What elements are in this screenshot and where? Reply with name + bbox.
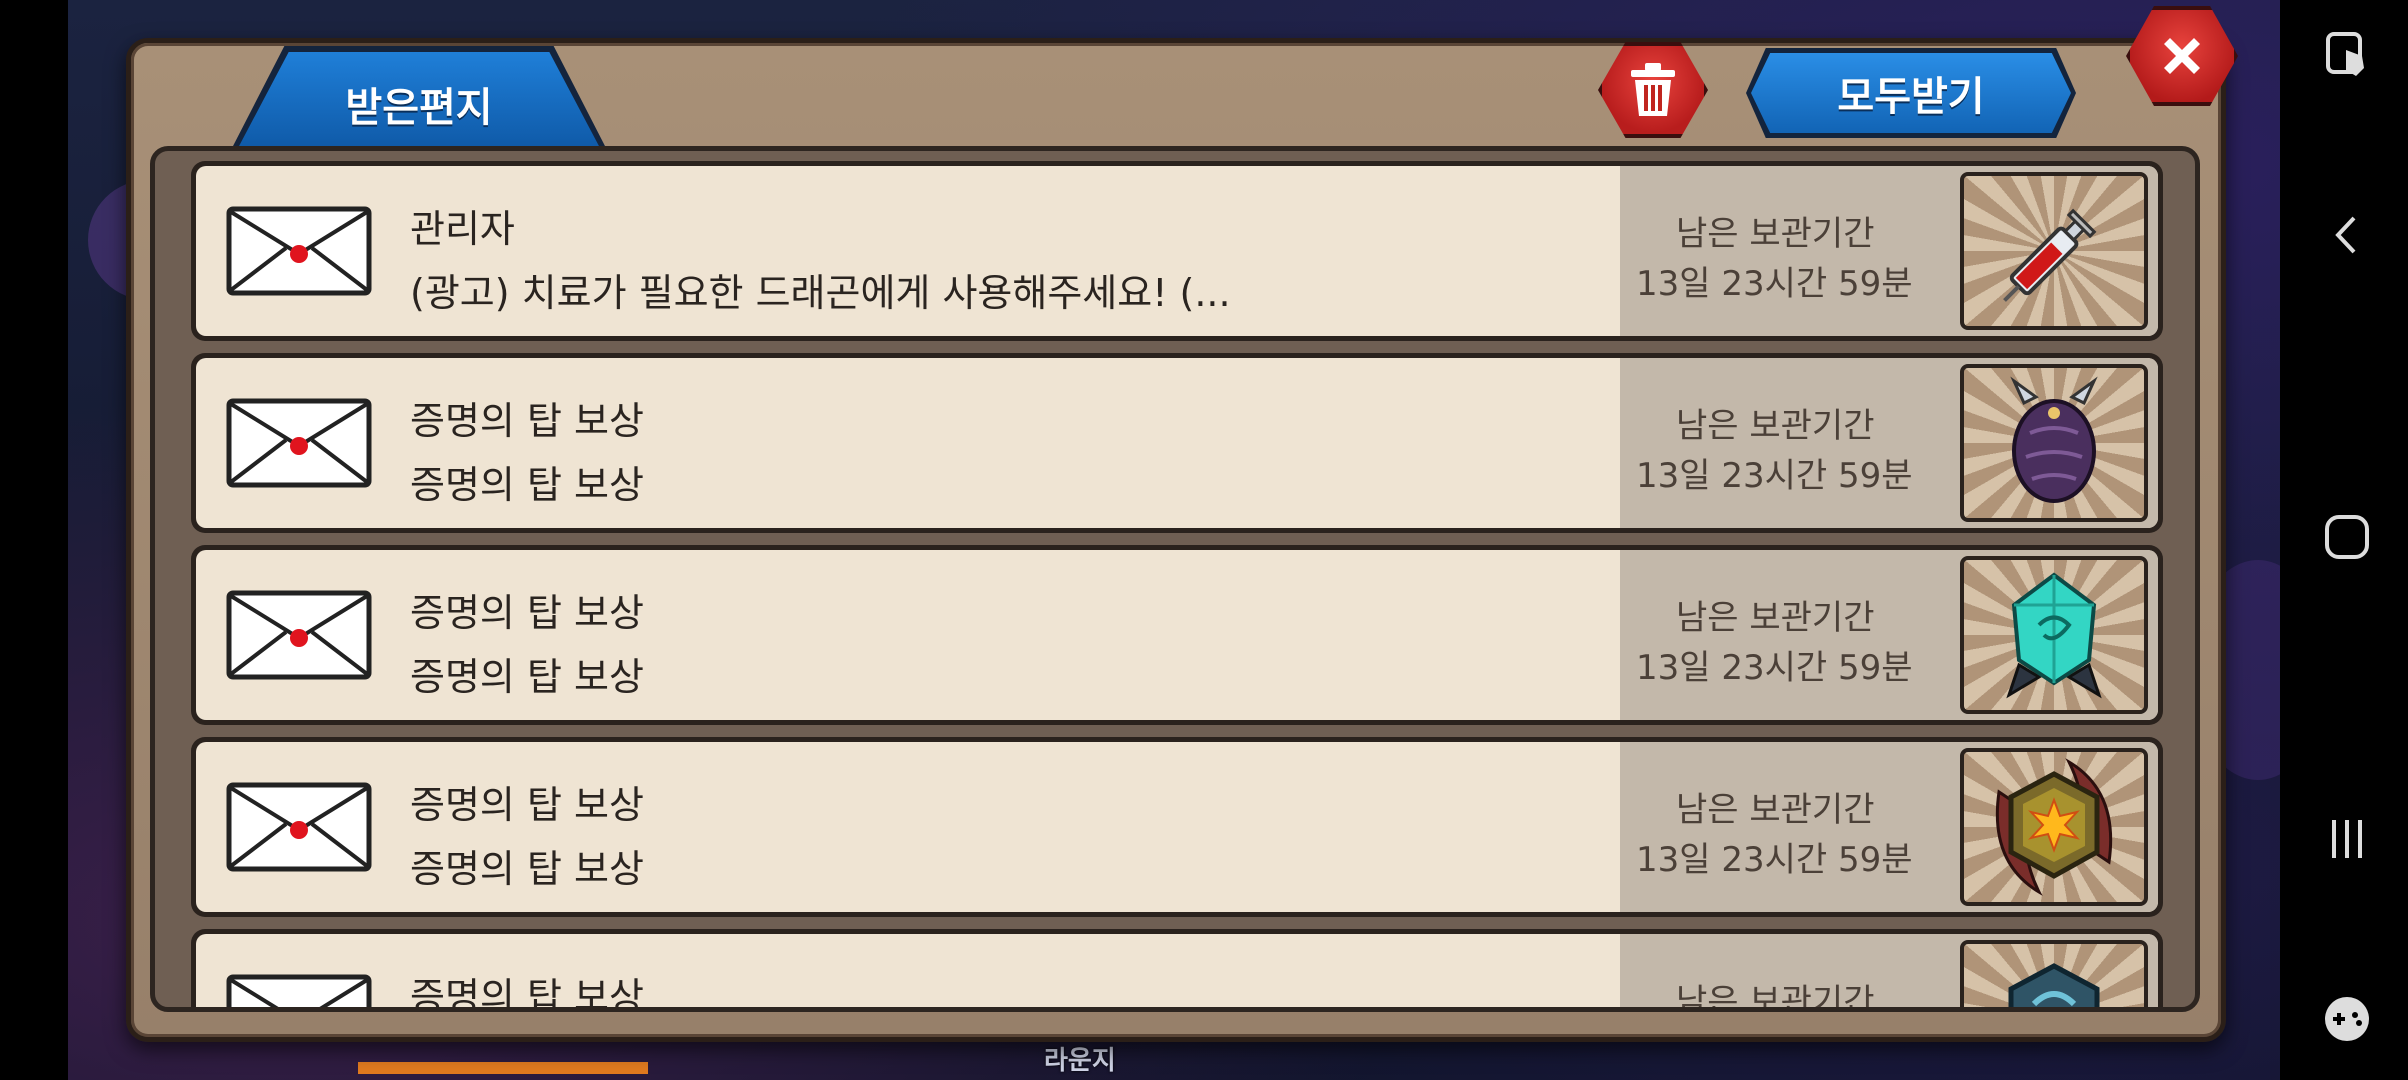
mail-row[interactable]: 증명의 탑 보상 남은 보관기간 [191, 929, 2163, 1012]
retention-time: 13일 23시간 59분 [1636, 456, 1913, 496]
gamepad-icon [2325, 997, 2369, 1041]
syringe-icon [2003, 208, 2097, 302]
lounge-label: 라운지 [1044, 1046, 1116, 1076]
mail-row-body: 증명의 탑 보상 증명의 탑 보상 남은 보관기간 13일 23시간 59분 [196, 550, 2158, 720]
mail-row[interactable]: 관리자 (광고) 치료가 필요한 드래곤에게 사용해주세요! (... 남은 보… [191, 161, 2163, 341]
crystal-icon [2006, 572, 2102, 699]
dragon-egg-icon [2010, 376, 2098, 503]
retention-label: 남은 보관기간 [1676, 790, 1875, 830]
retention-time: 13일 23시간 59분 [1636, 264, 1913, 304]
screen-touch-lock-icon[interactable] [2322, 30, 2372, 80]
mail-subject: (광고) 치료가 필요한 드래곤에게 사용해주세요! (... [410, 271, 1231, 315]
tab-inbox[interactable]: 받은편지 [238, 52, 600, 148]
mail-list[interactable]: 관리자 (광고) 치료가 필요한 드래곤에게 사용해주세요! (... 남은 보… [150, 146, 2200, 1012]
mail-row-body: 관리자 (광고) 치료가 필요한 드래곤에게 사용해주세요! (... 남은 보… [196, 166, 2158, 336]
reward-item[interactable] [1960, 556, 2148, 714]
mail-sender: 증명의 탑 보상 [410, 399, 644, 443]
mail-row[interactable]: 증명의 탑 보상 증명의 탑 보상 남은 보관기간 13일 23시간 59분 [191, 353, 2163, 533]
back-icon [2335, 216, 2356, 254]
mail-row-body: 증명의 탑 보상 증명의 탑 보상 남은 보관기간 13일 23시간 59분 [196, 358, 2158, 528]
envelope-icon [226, 782, 372, 872]
retention-label: 남은 보관기간 [1676, 598, 1875, 638]
mail-row[interactable]: 증명의 탑 보상 증명의 탑 보상 남은 보관기간 13일 23시간 59분 [191, 545, 2163, 725]
take-all-button-face: 모두받기 [1751, 53, 2071, 133]
home-button[interactable] [2322, 512, 2372, 562]
hand-lock-icon [2326, 32, 2364, 76]
reward-item[interactable] [1960, 940, 2148, 1007]
envelope-icon [226, 206, 372, 296]
reward-item[interactable] [1960, 748, 2148, 906]
take-all-label: 모두받기 [1837, 74, 1985, 120]
close-icon [2164, 38, 2200, 74]
reward-item[interactable] [1960, 364, 2148, 522]
recents-button[interactable] [2322, 814, 2372, 864]
mail-subject: 증명의 탑 보상 [410, 655, 644, 699]
home-icon [2325, 515, 2369, 559]
back-button[interactable] [2322, 210, 2372, 260]
envelope-icon [226, 590, 372, 680]
game-tools-button[interactable] [2322, 994, 2372, 1044]
mail-subject: 증명의 탑 보상 [410, 463, 644, 507]
tab-inbox-label: 받은편지 [345, 85, 493, 131]
take-all-button[interactable]: 모두받기 [1746, 48, 2076, 138]
retention-label: 남은 보관기간 [1676, 214, 1875, 254]
recents-icon [2332, 820, 2362, 858]
mail-subject: 증명의 탑 보상 [410, 847, 644, 891]
mail-sender: 관리자 [410, 207, 515, 251]
mail-sender: 증명의 탑 보상 [410, 975, 644, 1012]
background-bar [358, 1062, 648, 1074]
sun-rune-icon [1995, 758, 2113, 896]
retention-label: 남은 보관기간 [1676, 982, 1875, 1012]
rune-icon [2008, 963, 2100, 1007]
mail-row-body: 증명의 탑 보상 증명의 탑 보상 남은 보관기간 13일 23시간 59분 [196, 742, 2158, 912]
retention-time: 13일 23시간 59분 [1636, 840, 1913, 880]
trash-icon [1631, 63, 1675, 116]
envelope-icon [226, 974, 372, 1007]
retention-time: 13일 23시간 59분 [1636, 648, 1913, 688]
mail-row[interactable]: 증명의 탑 보상 증명의 탑 보상 남은 보관기간 13일 23시간 59분 [191, 737, 2163, 917]
envelope-icon [226, 398, 372, 488]
mail-row-body: 증명의 탑 보상 남은 보관기간 [196, 934, 2158, 1012]
reward-item[interactable] [1960, 172, 2148, 330]
mail-sender: 증명의 탑 보상 [410, 783, 644, 827]
mail-sender: 증명의 탑 보상 [410, 591, 644, 635]
retention-label: 남은 보관기간 [1676, 406, 1875, 446]
system-nav-bar [2282, 0, 2408, 1080]
